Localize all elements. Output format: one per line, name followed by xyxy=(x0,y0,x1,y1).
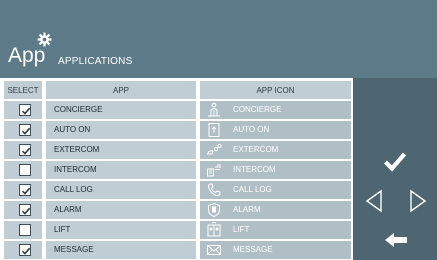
select-cell[interactable] xyxy=(4,121,42,139)
app-icon-cell[interactable]: EXTERCOM xyxy=(200,141,351,159)
select-checkbox[interactable] xyxy=(19,184,31,196)
app-name: ALARM xyxy=(54,205,82,214)
app-name: INTERCOM xyxy=(54,165,97,174)
back-arrow-icon[interactable] xyxy=(384,231,408,249)
lift-icon xyxy=(207,222,221,237)
app-icon-label: AUTO ON xyxy=(233,125,270,134)
app-title: App xyxy=(8,44,46,67)
select-cell[interactable] xyxy=(4,221,42,239)
column-header-app: APP xyxy=(46,81,196,99)
checkmark-icon[interactable] xyxy=(383,150,407,172)
auto-on-icon xyxy=(208,123,220,137)
extercom-icon xyxy=(206,143,222,155)
app-icon-label: ALARM xyxy=(233,205,261,214)
app-icon-cell[interactable]: MESSAGE xyxy=(200,241,351,259)
column-header-select: SELECT xyxy=(4,81,42,99)
header-bar: App APPLICATIONS xyxy=(0,0,437,78)
app-icon-cell[interactable]: CALL LOG xyxy=(200,181,351,199)
alarm-icon xyxy=(208,202,220,218)
app-cell: LIFT xyxy=(46,221,196,239)
app-cell: INTERCOM xyxy=(46,161,196,179)
select-checkbox[interactable] xyxy=(19,104,31,116)
app-icon-label: EXTERCOM xyxy=(233,145,279,154)
call-log-icon xyxy=(207,183,221,197)
app-icon-label: MESSAGE xyxy=(233,245,273,254)
app-icon-label: CALL LOG xyxy=(233,185,272,194)
message-icon xyxy=(207,245,221,255)
table-row[interactable]: CALL LOG CALL LOG xyxy=(0,181,353,199)
table-row[interactable]: ALARM ALARM xyxy=(0,201,353,219)
page-subtitle: APPLICATIONS xyxy=(58,56,133,67)
app-cell: EXTERCOM xyxy=(46,141,196,159)
table-row[interactable]: INTERCOM INTERCOM xyxy=(0,161,353,179)
app-cell: ALARM xyxy=(46,201,196,219)
app-icon-cell[interactable]: AUTO ON xyxy=(200,121,351,139)
select-checkbox[interactable] xyxy=(19,164,31,176)
app-name: MESSAGE xyxy=(54,245,94,254)
app-cell: CALL LOG xyxy=(46,181,196,199)
select-cell[interactable] xyxy=(4,141,42,159)
app-name: EXTERCOM xyxy=(54,145,100,154)
intercom-icon xyxy=(207,164,221,177)
table-row[interactable]: CONCIERGE CONCIERGE xyxy=(0,101,353,119)
app-name: AUTO ON xyxy=(54,125,91,134)
app-name: LIFT xyxy=(54,225,71,234)
select-checkbox[interactable] xyxy=(19,204,31,216)
app-icon-cell[interactable]: LIFT xyxy=(200,221,351,239)
gear-icon[interactable] xyxy=(37,32,52,47)
select-cell[interactable] xyxy=(4,241,42,259)
select-checkbox[interactable] xyxy=(19,244,31,256)
app-name: CALL LOG xyxy=(54,185,93,194)
app-cell: MESSAGE xyxy=(46,241,196,259)
select-cell[interactable] xyxy=(4,101,42,119)
concierge-icon xyxy=(208,102,220,117)
select-checkbox[interactable] xyxy=(19,144,31,156)
table-row[interactable]: EXTERCOM EXTERCOM xyxy=(0,141,353,159)
select-checkbox[interactable] xyxy=(19,124,31,136)
column-header-app-icon: APP ICON xyxy=(200,81,351,99)
arrow-right-outline-icon[interactable] xyxy=(408,189,428,213)
app-icon-label: LIFT xyxy=(233,225,250,234)
select-cell[interactable] xyxy=(4,161,42,179)
side-control-panel xyxy=(353,78,437,260)
select-cell[interactable] xyxy=(4,201,42,219)
select-checkbox[interactable] xyxy=(19,224,31,236)
app-name: CONCIERGE xyxy=(54,105,103,114)
table-row[interactable]: LIFT LIFT xyxy=(0,221,353,239)
app-icon-label: INTERCOM xyxy=(233,165,276,174)
app-icon-cell[interactable]: INTERCOM xyxy=(200,161,351,179)
arrow-left-outline-icon[interactable] xyxy=(364,189,384,213)
app-icon-label: CONCIERGE xyxy=(233,105,282,114)
app-cell: AUTO ON xyxy=(46,121,196,139)
app-icon-cell[interactable]: CONCIERGE xyxy=(200,101,351,119)
select-cell[interactable] xyxy=(4,181,42,199)
app-cell: CONCIERGE xyxy=(46,101,196,119)
applications-table: SELECT APP APP ICON CONCIERGE CONCIERGE xyxy=(0,78,353,260)
table-row[interactable]: AUTO ON AUTO ON xyxy=(0,121,353,139)
table-row[interactable]: MESSAGE MESSAGE xyxy=(0,241,353,259)
app-icon-cell[interactable]: ALARM xyxy=(200,201,351,219)
